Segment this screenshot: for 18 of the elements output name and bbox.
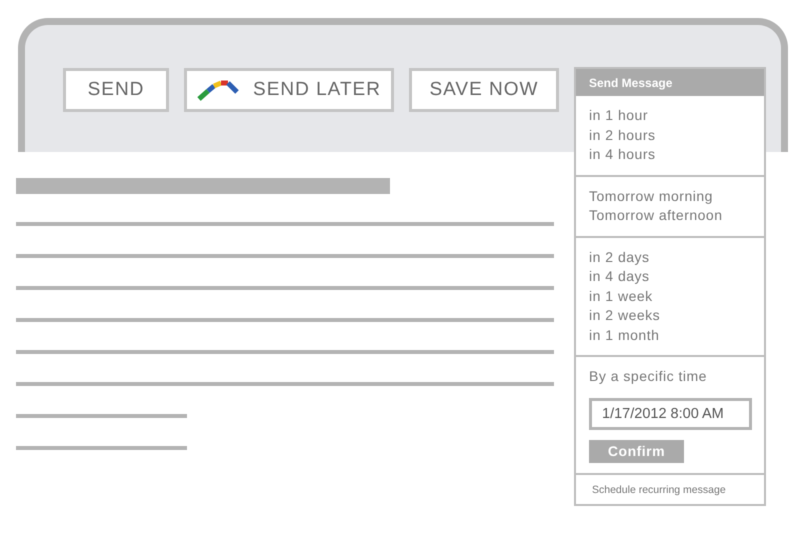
option-label: By a specific time [589, 367, 708, 386]
toolbar-button[interactable]: SEND [63, 68, 169, 112]
toolbar-button[interactable]: SAVE NOW [409, 68, 559, 112]
toolbar-button[interactable]: SEND LATER [184, 68, 394, 112]
recurring-link[interactable]: Schedule recurring message [592, 484, 751, 496]
menu-option[interactable]: in 1 month [589, 326, 751, 345]
menu-option[interactable]: Tomorrow morning [589, 186, 751, 206]
menu-option[interactable]: in 4 days [589, 267, 751, 286]
menu-option[interactable]: in 1 hour [589, 106, 751, 126]
menu-option[interactable]: in 1 week [589, 286, 751, 306]
menu-option[interactable]: in 2 weeks [589, 306, 751, 326]
menu-option[interactable]: in 2 days [589, 248, 751, 267]
date-time-field[interactable]: 1/17/2012 8:00 AM [589, 398, 752, 430]
confirm-button[interactable]: Confirm [589, 440, 684, 462]
menu-option[interactable]: in 4 hours [589, 145, 751, 164]
menu-title: Send Message [576, 69, 764, 96]
menu-option[interactable]: Tomorrow afternoon [589, 206, 751, 226]
menu-option[interactable]: in 2 hours [589, 126, 751, 145]
